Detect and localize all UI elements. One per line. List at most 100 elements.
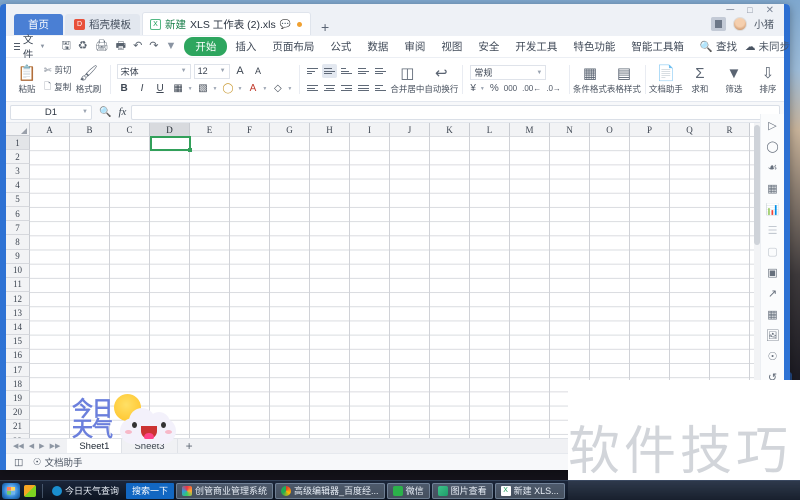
menu-item-features[interactable]: 特色功能 (565, 37, 623, 56)
row-header-19[interactable]: 19 (6, 391, 30, 406)
font-color-icon[interactable]: A (245, 82, 260, 96)
taskbar-item-browser[interactable]: 高级编辑器_百度经... (275, 482, 385, 499)
sheet-nav-first-icon[interactable]: ◀◀ (13, 442, 24, 450)
document-mode-icon[interactable] (711, 16, 726, 31)
shapes-icon[interactable]: ◯ (765, 139, 781, 153)
avatar[interactable] (733, 16, 747, 31)
taskbar-item-image-viewer[interactable]: 图片查看 (431, 482, 493, 499)
image-icon[interactable]: 🖼 (765, 328, 781, 342)
column-header-b[interactable]: B (70, 123, 110, 136)
cut-button[interactable]: ✄ 剪切 (44, 64, 72, 76)
row-header-21[interactable]: 21 (6, 419, 30, 434)
conditional-format-button[interactable]: ▦ 条件格式 (573, 61, 607, 99)
page-view-icon[interactable]: ◫ (14, 457, 23, 468)
column-header-k[interactable]: K (430, 123, 470, 136)
screenshot-icon[interactable]: ▣ (765, 265, 781, 279)
column-header-j[interactable]: J (390, 123, 430, 136)
row-header-11[interactable]: 11 (6, 277, 30, 293)
column-header-i[interactable]: I (350, 123, 390, 136)
column-header-q[interactable]: Q (670, 123, 710, 136)
row-header-7[interactable]: 7 (6, 221, 30, 236)
format-painter-button[interactable]: 🖌 格式刷 (72, 61, 106, 99)
row-header-1[interactable]: 1 (6, 136, 30, 151)
row-header-4[interactable]: 4 (6, 178, 30, 193)
increase-decimal-icon[interactable]: .00← (522, 84, 541, 93)
align-center-button[interactable] (322, 81, 337, 95)
column-header-c[interactable]: C (110, 123, 150, 136)
menu-item-page-layout[interactable]: 页面布局 (264, 37, 322, 56)
copy-button[interactable]: 🗋 复制 (44, 79, 72, 95)
column-header-n[interactable]: N (550, 123, 590, 136)
formula-input[interactable] (131, 104, 780, 120)
row-header-2[interactable]: 2 (6, 150, 30, 165)
column-header-o[interactable]: O (590, 123, 630, 136)
sheet-nav-prev-icon[interactable]: ◀ (29, 442, 34, 450)
menu-item-start[interactable]: 开始 (184, 37, 228, 56)
cursor-icon[interactable]: ▷ (765, 118, 781, 132)
page-icon[interactable]: ▢ (765, 244, 781, 258)
row-header-10[interactable]: 10 (6, 263, 30, 278)
chevron-down-icon[interactable]: ▼ (287, 86, 292, 92)
menu-item-security[interactable]: 安全 (470, 37, 507, 56)
sheet-nav-last-icon[interactable]: ▶▶ (50, 442, 61, 450)
grid-apps-icon[interactable]: ▦ (765, 181, 781, 195)
merge-center-button[interactable]: ◫ 合并居中 (390, 61, 424, 99)
justify-button[interactable] (356, 81, 371, 95)
tab-comment-icon[interactable]: 💬 (280, 19, 291, 30)
column-header-a[interactable]: A (30, 123, 70, 136)
sheet-tab-sheet1[interactable]: Sheet1 (67, 438, 123, 454)
menu-item-data[interactable]: 数据 (359, 37, 396, 56)
start-orb-icon[interactable] (2, 482, 20, 499)
row-header-20[interactable]: 20 (6, 405, 30, 420)
minimize-icon[interactable] (726, 5, 734, 16)
chevron-down-icon[interactable]: ▼ (480, 86, 485, 92)
print-icon[interactable]: 🖨 (95, 41, 109, 52)
column-header-d[interactable]: D (150, 123, 190, 136)
borders-icon[interactable]: ▦ (171, 82, 186, 96)
pattern-icon[interactable]: ▧ (196, 82, 211, 96)
add-sheet-button[interactable]: + (178, 439, 201, 453)
text-orientation-button[interactable] (373, 81, 388, 95)
autosum-button[interactable]: Σ 求和 (683, 61, 717, 99)
align-middle-button[interactable] (322, 64, 338, 78)
customize-qat-icon[interactable]: ▼ (166, 41, 177, 52)
export-icon[interactable]: ↗ (765, 286, 781, 300)
doc-assistant-button[interactable]: 📄 文档助手 (649, 61, 683, 99)
clock-badge-icon[interactable]: ☉ (765, 349, 781, 363)
paint-icon[interactable]: ☙ (765, 160, 781, 174)
bold-button[interactable]: B (117, 82, 132, 96)
row-header-14[interactable]: 14 (6, 320, 30, 335)
name-box[interactable]: D1 ▼ (10, 104, 92, 120)
row-header-12[interactable]: 12 (6, 292, 30, 307)
new-tab-button[interactable]: + (313, 20, 337, 36)
row-header-6[interactable]: 6 (6, 206, 30, 222)
print-preview-icon[interactable]: 🖶 (116, 41, 126, 52)
chart-icon[interactable]: 📊 (765, 202, 781, 216)
menu-item-review[interactable]: 审阅 (396, 37, 433, 56)
clear-format-icon[interactable]: ◇ (270, 82, 285, 96)
align-bottom-button[interactable] (339, 64, 354, 78)
taskbar-item-wechat[interactable]: 微信 (386, 482, 430, 499)
chevron-down-icon[interactable]: ▼ (213, 86, 218, 92)
menu-item-smart-toolbox[interactable]: 智能工具箱 (623, 37, 692, 56)
file-menu-button[interactable]: 文件 ▼ (6, 32, 51, 62)
row-header-5[interactable]: 5 (6, 192, 30, 207)
row-header-16[interactable]: 16 (6, 348, 30, 363)
chevron-down-icon[interactable]: ▼ (237, 86, 242, 92)
taskbar-item-xls[interactable]: X 新建 XLS... (494, 482, 565, 499)
archive-icon[interactable]: ▦ (765, 307, 781, 321)
wrap-text-button[interactable]: ↩ 自动换行 (424, 61, 458, 99)
row-header-9[interactable]: 9 (6, 249, 30, 264)
redo-icon[interactable]: ↷ (149, 41, 158, 52)
align-top-button[interactable] (305, 64, 320, 78)
close-icon[interactable] (766, 5, 774, 16)
currency-icon[interactable]: ¥ (470, 83, 476, 94)
decrease-font-size-button[interactable]: A (251, 64, 266, 78)
maximize-icon[interactable] (747, 5, 752, 16)
row-header-8[interactable]: 8 (6, 235, 30, 250)
save-icon[interactable]: 🖫 (61, 41, 70, 52)
increase-indent-button[interactable] (373, 64, 388, 78)
number-format-select[interactable]: 常规 ▼ (470, 65, 547, 80)
paste-button[interactable]: 📋 粘贴 (10, 61, 44, 99)
save-as-icon[interactable]: ♻ (78, 41, 88, 52)
